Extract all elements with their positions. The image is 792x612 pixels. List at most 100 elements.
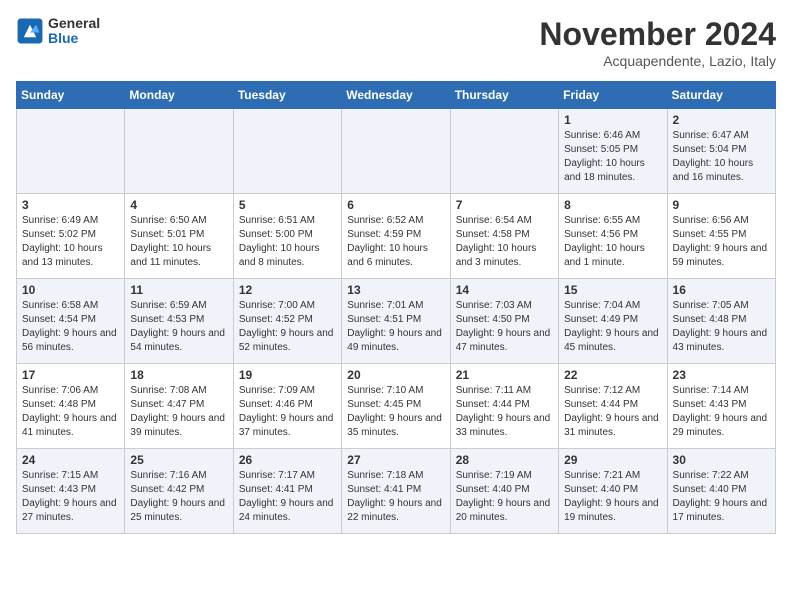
header-tuesday: Tuesday [233,82,341,109]
day-info: Sunrise: 7:04 AM Sunset: 4:49 PM Dayligh… [564,299,661,355]
day-number: 21 [456,368,553,382]
day-number: 5 [239,198,336,212]
day-info: Sunrise: 7:17 AM Sunset: 4:41 PM Dayligh… [239,469,336,525]
logo-line2: Blue [48,31,100,46]
calendar-cell: 26Sunrise: 7:17 AM Sunset: 4:41 PM Dayli… [233,449,341,534]
day-number: 20 [347,368,444,382]
day-info: Sunrise: 6:59 AM Sunset: 4:53 PM Dayligh… [130,299,227,355]
day-info: Sunrise: 7:05 AM Sunset: 4:48 PM Dayligh… [673,299,770,355]
day-info: Sunrise: 7:21 AM Sunset: 4:40 PM Dayligh… [564,469,661,525]
calendar-cell: 4 Sunrise: 6:50 AM Sunset: 5:01 PM Daylig… [125,194,233,279]
day-number: 4 [130,198,227,212]
day-info: Sunrise: 6:51 AM Sunset: 5:00 PM Dayligh… [239,214,336,270]
logo-line1: General [48,16,100,31]
calendar-cell: 25 Sunrise: 7:16 AM Sunset: 4:42 PM Dayli… [125,449,233,534]
calendar-cell: 28 Sunrise: 7:19 AM Sunset: 4:40 PM Dayli… [450,449,558,534]
day-number: 14 [456,283,553,297]
calendar-cell [233,109,341,194]
day-info: Sunrise: 7:12 AM Sunset: 4:44 PM Dayligh… [564,384,661,440]
calendar-cell: 27 Sunrise: 7:18 AM Sunset: 4:41 PM Dayli… [342,449,450,534]
calendar-cell: 16Sunrise: 7:05 AM Sunset: 4:48 PM Dayli… [667,279,775,364]
day-info: Sunrise: 7:16 AM Sunset: 4:42 PM Dayligh… [130,469,227,525]
day-info: Sunrise: 6:55 AM Sunset: 4:56 PM Dayligh… [564,214,661,270]
day-number: 24 [22,453,119,467]
day-info: Sunrise: 6:54 AM Sunset: 4:58 PM Dayligh… [456,214,553,270]
calendar-cell: 12 Sunrise: 7:00 AM Sunset: 4:52 PM Dayli… [233,279,341,364]
calendar-cell: 21 Sunrise: 7:11 AM Sunset: 4:44 PM Dayli… [450,364,558,449]
day-info: Sunrise: 7:22 AM Sunset: 4:40 PM Dayligh… [673,469,770,525]
day-number: 12 [239,283,336,297]
calendar-cell: 8Sunrise: 6:55 AM Sunset: 4:56 PM Daylig… [559,194,667,279]
day-info: Sunrise: 7:15 AM Sunset: 4:43 PM Dayligh… [22,469,119,525]
day-info: Sunrise: 6:47 AM Sunset: 5:04 PM Dayligh… [673,129,770,185]
header-saturday: Saturday [667,82,775,109]
day-number: 23 [673,368,770,382]
week-row-5: 24 Sunrise: 7:15 AM Sunset: 4:43 PM Dayli… [17,449,776,534]
day-number: 9 [673,198,770,212]
calendar-cell: 1 Sunrise: 6:46 AM Sunset: 5:05 PM Daylig… [559,109,667,194]
day-info: Sunrise: 7:18 AM Sunset: 4:41 PM Dayligh… [347,469,444,525]
day-info: Sunrise: 6:46 AM Sunset: 5:05 PM Dayligh… [564,129,661,185]
week-row-1: 1 Sunrise: 6:46 AM Sunset: 5:05 PM Daylig… [17,109,776,194]
day-info: Sunrise: 6:58 AM Sunset: 4:54 PM Dayligh… [22,299,119,355]
day-number: 2 [673,113,770,127]
calendar-cell: 24 Sunrise: 7:15 AM Sunset: 4:43 PM Dayli… [17,449,125,534]
calendar-cell: 6Sunrise: 6:52 AM Sunset: 4:59 PM Daylig… [342,194,450,279]
header-wednesday: Wednesday [342,82,450,109]
week-row-2: 3Sunrise: 6:49 AM Sunset: 5:02 PM Daylig… [17,194,776,279]
day-info: Sunrise: 7:01 AM Sunset: 4:51 PM Dayligh… [347,299,444,355]
calendar-cell: 11 Sunrise: 6:59 AM Sunset: 4:53 PM Dayli… [125,279,233,364]
day-info: Sunrise: 7:19 AM Sunset: 4:40 PM Dayligh… [456,469,553,525]
day-info: Sunrise: 7:00 AM Sunset: 4:52 PM Dayligh… [239,299,336,355]
calendar-header: SundayMondayTuesdayWednesdayThursdayFrid… [17,82,776,109]
calendar-cell: 19 Sunrise: 7:09 AM Sunset: 4:46 PM Dayli… [233,364,341,449]
logo-icon [16,17,44,45]
day-number: 17 [22,368,119,382]
calendar-cell [125,109,233,194]
day-number: 1 [564,113,661,127]
calendar-cell: 7 Sunrise: 6:54 AM Sunset: 4:58 PM Daylig… [450,194,558,279]
calendar-cell: 5 Sunrise: 6:51 AM Sunset: 5:00 PM Daylig… [233,194,341,279]
day-number: 19 [239,368,336,382]
calendar-cell: 17 Sunrise: 7:06 AM Sunset: 4:48 PM Dayli… [17,364,125,449]
day-number: 10 [22,283,119,297]
day-number: 25 [130,453,227,467]
calendar-cell [450,109,558,194]
day-info: Sunrise: 6:52 AM Sunset: 4:59 PM Dayligh… [347,214,444,270]
calendar-cell: 30 Sunrise: 7:22 AM Sunset: 4:40 PM Dayli… [667,449,775,534]
calendar-cell: 29Sunrise: 7:21 AM Sunset: 4:40 PM Dayli… [559,449,667,534]
day-number: 3 [22,198,119,212]
day-number: 7 [456,198,553,212]
day-info: Sunrise: 7:09 AM Sunset: 4:46 PM Dayligh… [239,384,336,440]
header-friday: Friday [559,82,667,109]
day-info: Sunrise: 6:56 AM Sunset: 4:55 PM Dayligh… [673,214,770,270]
day-number: 11 [130,283,227,297]
calendar-cell: 2 Sunrise: 6:47 AM Sunset: 5:04 PM Daylig… [667,109,775,194]
calendar-cell: 10 Sunrise: 6:58 AM Sunset: 4:54 PM Dayli… [17,279,125,364]
calendar-cell: 13Sunrise: 7:01 AM Sunset: 4:51 PM Dayli… [342,279,450,364]
page-header: General Blue November 2024 Acquapendente… [16,16,776,69]
location: Acquapendente, Lazio, Italy [539,53,776,69]
day-info: Sunrise: 7:14 AM Sunset: 4:43 PM Dayligh… [673,384,770,440]
week-row-3: 10 Sunrise: 6:58 AM Sunset: 4:54 PM Dayli… [17,279,776,364]
day-number: 27 [347,453,444,467]
calendar-cell: 23 Sunrise: 7:14 AM Sunset: 4:43 PM Dayli… [667,364,775,449]
day-info: Sunrise: 7:06 AM Sunset: 4:48 PM Dayligh… [22,384,119,440]
calendar-cell: 3Sunrise: 6:49 AM Sunset: 5:02 PM Daylig… [17,194,125,279]
calendar-cell: 14Sunrise: 7:03 AM Sunset: 4:50 PM Dayli… [450,279,558,364]
title-block: November 2024 Acquapendente, Lazio, Ital… [539,16,776,69]
calendar-cell [17,109,125,194]
day-info: Sunrise: 6:50 AM Sunset: 5:01 PM Dayligh… [130,214,227,270]
day-info: Sunrise: 7:11 AM Sunset: 4:44 PM Dayligh… [456,384,553,440]
day-number: 30 [673,453,770,467]
day-number: 28 [456,453,553,467]
day-info: Sunrise: 7:10 AM Sunset: 4:45 PM Dayligh… [347,384,444,440]
day-number: 22 [564,368,661,382]
calendar-cell: 15Sunrise: 7:04 AM Sunset: 4:49 PM Dayli… [559,279,667,364]
calendar-cell: 20 Sunrise: 7:10 AM Sunset: 4:45 PM Dayli… [342,364,450,449]
logo: General Blue [16,16,100,47]
calendar-table: SundayMondayTuesdayWednesdayThursdayFrid… [16,81,776,534]
header-thursday: Thursday [450,82,558,109]
month-title: November 2024 [539,16,776,53]
day-number: 18 [130,368,227,382]
